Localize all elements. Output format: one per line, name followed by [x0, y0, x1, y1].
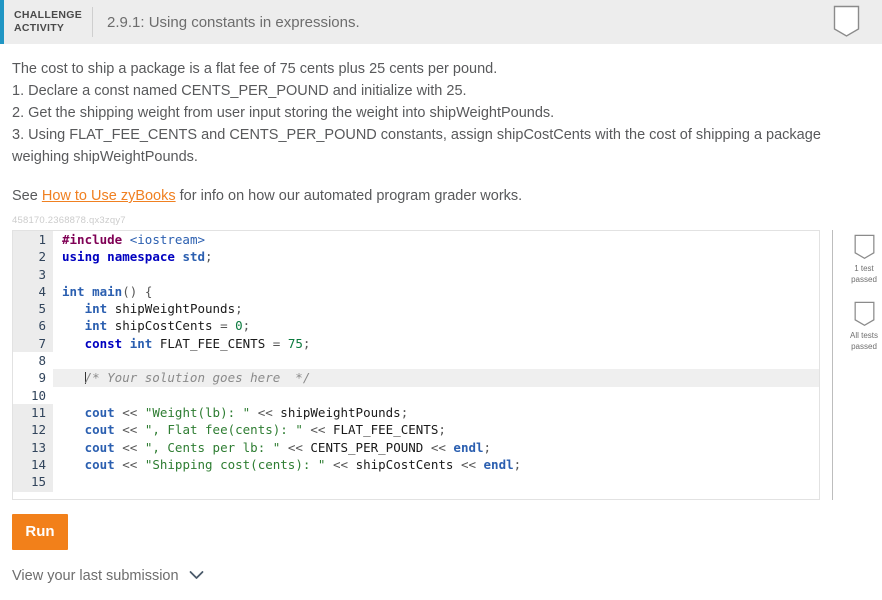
how-to-use-zybooks-link[interactable]: How to Use zyBooks — [42, 188, 176, 204]
line-number: 12 — [13, 421, 53, 439]
editor-bottom-strip — [13, 492, 819, 499]
code-line[interactable]: 15 — [13, 473, 819, 491]
test-result-label: 1 test passed — [841, 263, 882, 285]
see-suffix: for info on how our automated program gr… — [175, 188, 523, 204]
code-line-text[interactable]: int shipWeightPounds; — [53, 300, 819, 317]
challenge-activity-header: CHALLENGE ACTIVITY 2.9.1: Using constant… — [0, 0, 882, 44]
activity-id-label: 458170.2368878.qx3zqy7 — [12, 215, 126, 226]
chevron-down-icon-glyph — [189, 571, 203, 579]
test-label-line1: All tests — [849, 331, 878, 340]
line-number: 2 — [13, 248, 53, 266]
code-line[interactable]: 7 const int FLAT_FEE_CENTS = 75; — [13, 334, 819, 353]
line-number: 8 — [13, 352, 53, 370]
instructions-block: The cost to ship a package is a flat fee… — [12, 44, 870, 168]
test-label-line2: passed — [851, 275, 877, 284]
code-line[interactable]: 14 cout << "Shipping cost(cents): " << s… — [13, 455, 819, 474]
activity-title: 2.9.1: Using constants in expressions. — [107, 13, 360, 31]
line-number: 11 — [13, 403, 53, 422]
test-results-rail: 1 test passed All tests passed — [832, 230, 882, 500]
pennant-icon — [833, 5, 860, 38]
code-line-text[interactable]: int shipCostCents = 0; — [53, 317, 819, 334]
code-line-text[interactable]: cout << ", Flat fee(cents): " << FLAT_FE… — [53, 421, 819, 438]
line-number: 5 — [13, 300, 53, 318]
line-number: 9 — [13, 369, 53, 387]
code-line[interactable]: 3 — [13, 265, 819, 283]
line-number: 3 — [13, 265, 53, 283]
code-line[interactable]: 12 cout << ", Flat fee(cents): " << FLAT… — [13, 421, 819, 439]
pennant-icon — [854, 301, 874, 326]
code-line[interactable]: 13 cout << ", Cents per lb: " << CENTS_P… — [13, 438, 819, 456]
header-divider — [92, 7, 93, 37]
instruction-line-2: 2. Get the shipping weight from user inp… — [12, 105, 555, 121]
code-lines-table: 1 #include <iostream> 2 using namespace std… — [13, 231, 819, 499]
test-result-item[interactable]: 1 test passed — [841, 234, 882, 285]
line-number: 7 — [13, 334, 53, 353]
view-last-submission-toggle[interactable]: View your last submission — [12, 568, 870, 584]
run-row: Run — [12, 514, 870, 550]
code-line-text[interactable]: #include <iostream> — [53, 231, 819, 248]
pennant-icon — [854, 234, 874, 259]
line-number: 6 — [13, 317, 53, 335]
line-number: 1 — [13, 231, 53, 249]
activity-kind-label: CHALLENGE ACTIVITY — [14, 9, 92, 35]
code-editor[interactable]: 1 #include <iostream> 2 using namespace std… — [12, 230, 820, 500]
code-line[interactable]: 2 using namespace std; — [13, 248, 819, 266]
code-editor-region: 1 #include <iostream> 2 using namespace std… — [12, 230, 878, 500]
instruction-line-1: 1. Declare a const named CENTS_PER_POUND… — [12, 83, 467, 99]
activity-body: The cost to ship a package is a flat fee… — [0, 44, 882, 584]
see-prefix: See — [12, 188, 42, 204]
code-line[interactable]: 9 /* Your solution goes here */ — [13, 369, 819, 387]
chevron-down-icon[interactable] — [189, 568, 204, 584]
test-label-line1: 1 test — [854, 264, 874, 273]
code-line[interactable]: 8 — [13, 352, 819, 370]
line-number: 14 — [13, 455, 53, 474]
activity-kind-line1: CHALLENGE — [14, 9, 83, 21]
line-number: 4 — [13, 282, 53, 301]
grader-info-line: See How to Use zyBooks for info on how o… — [12, 188, 870, 204]
code-line-text[interactable]: cout << "Weight(lb): " << shipWeightPoun… — [53, 404, 819, 421]
code-line[interactable]: 1 #include <iostream> — [13, 231, 819, 249]
test-label-line2: passed — [851, 342, 877, 351]
code-line[interactable]: 11 cout << "Weight(lb): " << shipWeightP… — [13, 403, 819, 422]
code-line[interactable]: 4 int main() { — [13, 282, 819, 301]
code-line-text[interactable]: const int FLAT_FEE_CENTS = 75; — [53, 335, 819, 352]
view-last-submission-label: View your last submission — [12, 568, 179, 584]
code-line-text[interactable] — [53, 266, 819, 283]
test-result-item[interactable]: All tests passed — [841, 301, 882, 352]
line-number: 10 — [13, 386, 53, 404]
code-line-text[interactable]: int main() { — [53, 283, 819, 300]
line-number: 13 — [13, 438, 53, 456]
activity-kind-line2: ACTIVITY — [14, 22, 65, 34]
line-number: 15 — [13, 473, 53, 491]
code-line[interactable]: 10 — [13, 386, 819, 404]
code-line[interactable]: 5 int shipWeightPounds; — [13, 300, 819, 318]
instruction-line-3: 3. Using FLAT_FEE_CENTS and CENTS_PER_PO… — [12, 127, 821, 165]
code-line-text[interactable]: /* Your solution goes here */ — [53, 369, 819, 387]
code-line-text[interactable] — [53, 352, 819, 369]
code-line-text[interactable]: cout << "Shipping cost(cents): " << ship… — [53, 456, 819, 473]
code-line[interactable]: 6 int shipCostCents = 0; — [13, 317, 819, 335]
run-button[interactable]: Run — [12, 514, 68, 550]
pennant-icon-glyph — [833, 5, 860, 37]
instruction-line-0: The cost to ship a package is a flat fee… — [12, 61, 498, 77]
code-line-text[interactable]: using namespace std; — [53, 248, 819, 265]
code-line-text[interactable] — [53, 473, 819, 490]
code-line-text[interactable]: cout << ", Cents per lb: " << CENTS_PER_… — [53, 439, 819, 456]
test-result-label: All tests passed — [841, 330, 882, 352]
code-line-text[interactable] — [53, 387, 819, 404]
